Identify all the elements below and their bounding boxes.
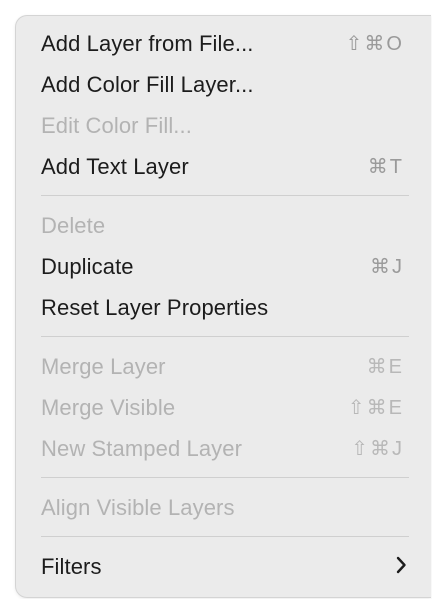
menu-item-duplicate[interactable]: Duplicate ⌘J	[16, 246, 431, 287]
menu-separator	[41, 195, 409, 196]
layer-context-menu: Add Layer from File... ⇧⌘O Add Color Fil…	[15, 15, 431, 598]
menu-item-edit-color-fill: Edit Color Fill...	[16, 105, 431, 146]
shortcut-label: ⌘E	[366, 356, 404, 378]
menu-item-delete: Delete	[16, 205, 431, 246]
menu-item-label: Edit Color Fill...	[41, 112, 192, 138]
menu-item-filters[interactable]: Filters	[16, 546, 431, 587]
menu-item-label: Reset Layer Properties	[41, 294, 269, 320]
menu-item-merge-layer: Merge Layer ⌘E	[16, 346, 431, 387]
menu-separator	[41, 477, 409, 478]
shortcut-label: ⌘T	[367, 156, 404, 178]
chevron-right-icon	[396, 554, 407, 580]
menu-item-label: Merge Visible	[41, 394, 176, 420]
menu-item-label: Delete	[41, 212, 106, 238]
menu-item-label: Filters	[41, 553, 102, 579]
shortcut-label: ⇧⌘E	[347, 397, 404, 419]
shortcut-label: ⌘J	[370, 256, 404, 278]
menu-item-label: Add Text Layer	[41, 153, 189, 179]
menu-item-add-color-fill-layer[interactable]: Add Color Fill Layer...	[16, 64, 431, 105]
menu-item-label: New Stamped Layer	[41, 435, 243, 461]
menu-item-label: Duplicate	[41, 253, 134, 279]
menu-item-label: Add Color Fill Layer...	[41, 71, 254, 97]
menu-item-add-layer-from-file[interactable]: Add Layer from File... ⇧⌘O	[16, 23, 431, 64]
menu-item-merge-visible: Merge Visible ⇧⌘E	[16, 387, 431, 428]
menu-item-label: Add Layer from File...	[41, 30, 254, 56]
menu-item-align-visible-layers: Align Visible Layers	[16, 487, 431, 528]
menu-item-new-stamped-layer: New Stamped Layer ⇧⌘J	[16, 428, 431, 469]
menu-item-label: Align Visible Layers	[41, 494, 235, 520]
menu-separator	[41, 336, 409, 337]
menu-separator	[41, 536, 409, 537]
menu-item-label: Merge Layer	[41, 353, 166, 379]
menu-item-add-text-layer[interactable]: Add Text Layer ⌘T	[16, 146, 431, 187]
shortcut-label: ⇧⌘J	[351, 438, 404, 460]
shortcut-label: ⇧⌘O	[345, 33, 404, 55]
menu-item-reset-layer-properties[interactable]: Reset Layer Properties	[16, 287, 431, 328]
